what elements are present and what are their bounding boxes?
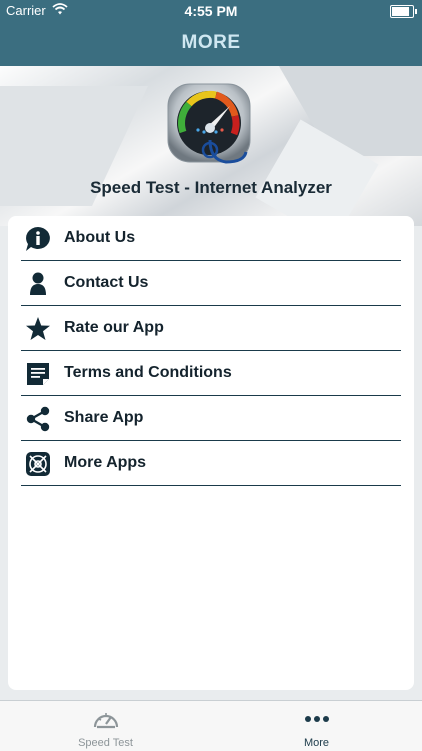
menu-item-share-app[interactable]: Share App: [21, 396, 401, 441]
tab-label: Speed Test: [78, 737, 133, 749]
person-icon: [25, 271, 49, 295]
battery-level: [392, 7, 409, 16]
menu-item-label: About Us: [64, 229, 136, 246]
menu-item-label: More Apps: [64, 454, 147, 471]
app-name: Speed Test - Internet Analyzer: [90, 178, 332, 197]
page-title: MORE: [181, 32, 241, 53]
menu-item-label: Share App: [64, 409, 144, 426]
tab-bar: Speed Test More: [0, 700, 422, 751]
speedometer-icon: [91, 707, 121, 731]
document-icon: [25, 361, 49, 385]
menu-item-terms[interactable]: Terms and Conditions: [21, 351, 401, 396]
speedometer-logo-icon: [164, 80, 258, 181]
menu-item-rate-app[interactable]: Rate our App: [21, 306, 401, 351]
apps-icon: [25, 451, 50, 476]
info-icon: [25, 226, 50, 251]
status-bar: Carrier 4:55 PM: [0, 0, 422, 22]
battery-icon: [390, 5, 417, 18]
menu-item-about-us[interactable]: About Us: [21, 216, 401, 261]
menu-item-more-apps[interactable]: More Apps: [21, 441, 401, 486]
menu-item-label: Rate our App: [64, 319, 164, 336]
star-icon: [25, 316, 50, 340]
tab-speed-test[interactable]: Speed Test: [0, 701, 211, 751]
nav-bar: MORE: [0, 22, 422, 66]
more-dots-icon: [302, 707, 332, 731]
tab-more[interactable]: More: [211, 701, 422, 751]
menu-item-contact-us[interactable]: Contact Us: [21, 261, 401, 306]
tab-label: More: [303, 737, 330, 749]
clock: 4:55 PM: [184, 3, 238, 19]
menu-item-label: Contact Us: [64, 274, 149, 291]
menu-item-label: Terms and Conditions: [64, 364, 232, 381]
menu-card: About Us Contact Us Rate our App Terms a…: [8, 216, 414, 690]
share-icon: [25, 406, 50, 432]
hero-banner: Speed Test - Internet Analyzer: [0, 66, 422, 226]
